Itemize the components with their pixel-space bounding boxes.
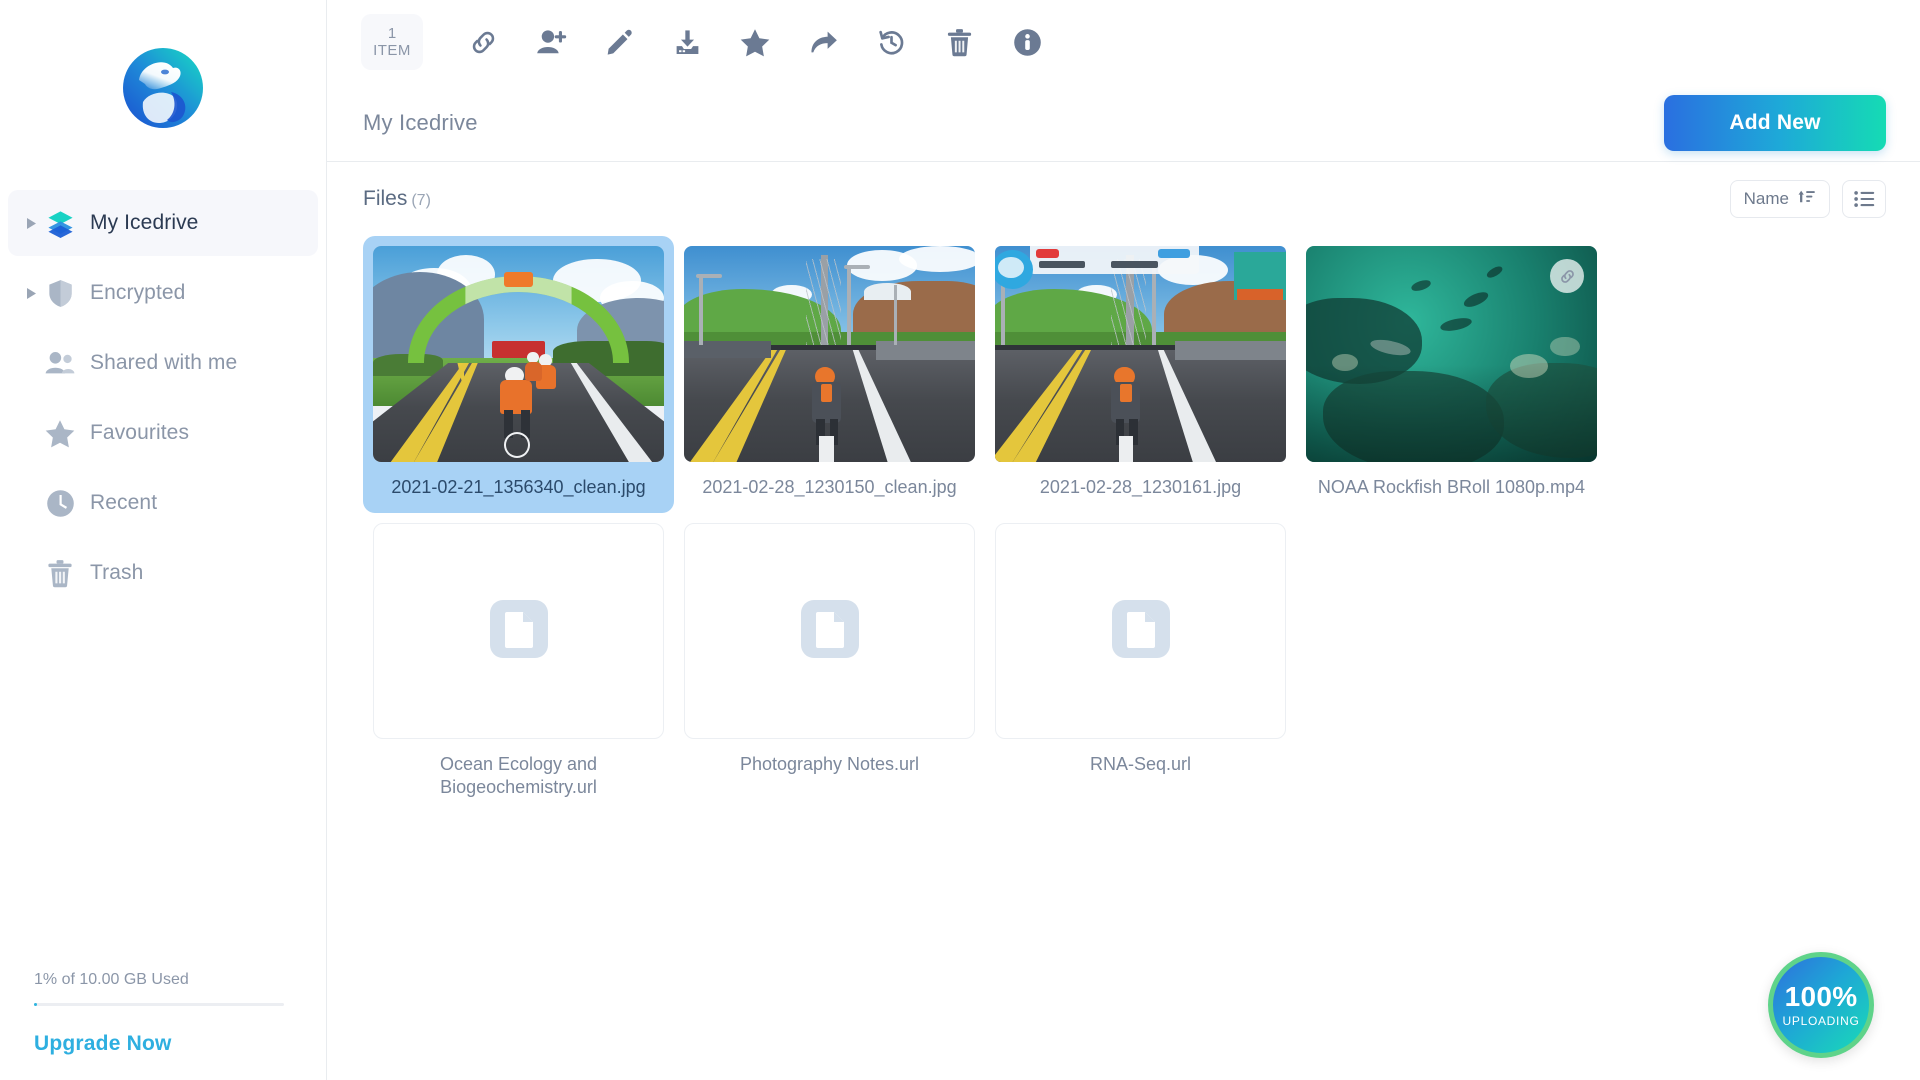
sidebar-item-label: Trash: [80, 561, 143, 585]
action-toolbar: 1 ITEM: [327, 0, 1920, 84]
main-area: 1 ITEM: [327, 0, 1920, 1080]
list-view-toggle[interactable]: [1842, 180, 1886, 218]
sidebar-item-label: Favourites: [80, 421, 189, 445]
selection-count-number: 1: [388, 25, 396, 42]
file-thumbnail: [373, 246, 664, 462]
trash-icon[interactable]: [925, 12, 993, 72]
upload-progress-indicator[interactable]: 100% UPLOADING: [1768, 952, 1874, 1058]
expand-caret-icon[interactable]: [22, 218, 40, 229]
sidebar-item-label: Recent: [80, 491, 157, 515]
sidebar-item-label: Shared with me: [80, 351, 237, 375]
file-thumbnail: [684, 523, 975, 739]
file-name: 2021-02-28_1230161.jpg: [995, 476, 1286, 499]
storage-summary: 1% of 10.00 GB Used Upgrade Now: [0, 971, 327, 1080]
file-name: 2021-02-21_1356340_clean.jpg: [373, 476, 664, 499]
files-section-title: Files(7): [363, 187, 431, 211]
file-thumbnail: [684, 246, 975, 462]
file-card[interactable]: NOAA Rockfish BRoll 1080p.mp4: [1296, 236, 1607, 513]
document-file-icon: [1110, 598, 1172, 665]
add-user-icon[interactable]: [517, 12, 585, 72]
upload-status-label: UPLOADING: [1783, 1014, 1860, 1028]
file-thumbnail: [995, 246, 1286, 462]
file-thumbnail: [1306, 246, 1597, 462]
sidebar-item-my-icedrive[interactable]: My Icedrive: [8, 190, 318, 256]
share-link-icon[interactable]: [449, 12, 517, 72]
thumbnail-art-zwift-bridge: [684, 246, 975, 462]
file-card[interactable]: Photography Notes.url: [674, 513, 985, 813]
files-grid: 2021-02-21_1356340_clean.jpg: [363, 236, 1886, 813]
storage-usage-text: 1% of 10.00 GB Used: [34, 971, 327, 989]
upgrade-now-link[interactable]: Upgrade Now: [34, 1032, 327, 1056]
info-icon[interactable]: [993, 12, 1061, 72]
download-icon[interactable]: [653, 12, 721, 72]
thumbnail-art-zwift-bridge-ui: [995, 246, 1286, 462]
trash-icon: [40, 559, 80, 588]
file-card[interactable]: 2021-02-28_1230161.jpg: [985, 236, 1296, 513]
thumbnail-art-zwift-arch: [373, 246, 664, 462]
file-card[interactable]: 2021-02-21_1356340_clean.jpg: [363, 236, 674, 513]
file-name: Photography Notes.url: [684, 753, 975, 776]
sidebar-item-label: My Icedrive: [80, 211, 198, 235]
file-thumbnail: [373, 523, 664, 739]
add-new-button[interactable]: Add New: [1664, 95, 1886, 151]
people-icon: [40, 350, 80, 376]
files-count: (7): [411, 192, 431, 209]
app-root: My Icedrive Encrypted: [0, 0, 1920, 1080]
file-name: 2021-02-28_1230150_clean.jpg: [684, 476, 975, 499]
upload-percent: 100%: [1785, 982, 1858, 1012]
sort-by-button[interactable]: Name: [1730, 180, 1830, 218]
layers-icon: [40, 209, 80, 238]
sort-by-label: Name: [1744, 189, 1789, 209]
star-icon: [40, 419, 80, 448]
selection-count-badge[interactable]: 1 ITEM: [361, 14, 423, 70]
document-file-icon: [799, 598, 861, 665]
sidebar-item-recent[interactable]: Recent: [8, 470, 318, 536]
file-name: Ocean Ecology and Biogeochemistry.url: [373, 753, 664, 799]
file-name: NOAA Rockfish BRoll 1080p.mp4: [1306, 476, 1597, 499]
file-card[interactable]: 2021-02-28_1230150_clean.jpg: [674, 236, 985, 513]
icedrive-polar-bear-logo[interactable]: [109, 38, 217, 146]
sidebar: My Icedrive Encrypted: [0, 0, 327, 1080]
page-header: My Icedrive Add New: [327, 84, 1920, 162]
sidebar-item-shared-with-me[interactable]: Shared with me: [8, 330, 318, 396]
rename-pencil-icon[interactable]: [585, 12, 653, 72]
sidebar-item-encrypted[interactable]: Encrypted: [8, 260, 318, 326]
files-content: Files(7) Name: [327, 162, 1920, 1080]
selection-count-unit: ITEM: [373, 42, 411, 60]
document-file-icon: [488, 598, 550, 665]
view-controls: Name: [1730, 180, 1886, 218]
file-card[interactable]: RNA-Seq.url: [985, 513, 1296, 813]
expand-caret-icon[interactable]: [22, 288, 40, 299]
logo-wrapper: [0, 0, 326, 190]
file-thumbnail: [995, 523, 1286, 739]
file-name: RNA-Seq.url: [995, 753, 1286, 776]
sidebar-item-label: Encrypted: [80, 281, 185, 305]
move-arrow-icon[interactable]: [789, 12, 857, 72]
files-label: Files: [363, 187, 407, 210]
sidebar-item-favourites[interactable]: Favourites: [8, 400, 318, 466]
shared-link-badge[interactable]: [1550, 259, 1584, 293]
files-section-header: Files(7) Name: [363, 162, 1886, 236]
file-card[interactable]: Ocean Ecology and Biogeochemistry.url: [363, 513, 674, 813]
sidebar-nav: My Icedrive Encrypted: [0, 190, 326, 610]
page-title: My Icedrive: [363, 110, 478, 136]
favourite-star-icon[interactable]: [721, 12, 789, 72]
sort-ascending-icon: [1797, 187, 1816, 211]
history-icon[interactable]: [857, 12, 925, 72]
clock-icon: [40, 489, 80, 518]
sidebar-item-trash[interactable]: Trash: [8, 540, 318, 606]
shield-icon: [40, 279, 80, 308]
storage-progress-bar: [34, 1003, 284, 1006]
storage-progress-fill: [34, 1003, 37, 1006]
